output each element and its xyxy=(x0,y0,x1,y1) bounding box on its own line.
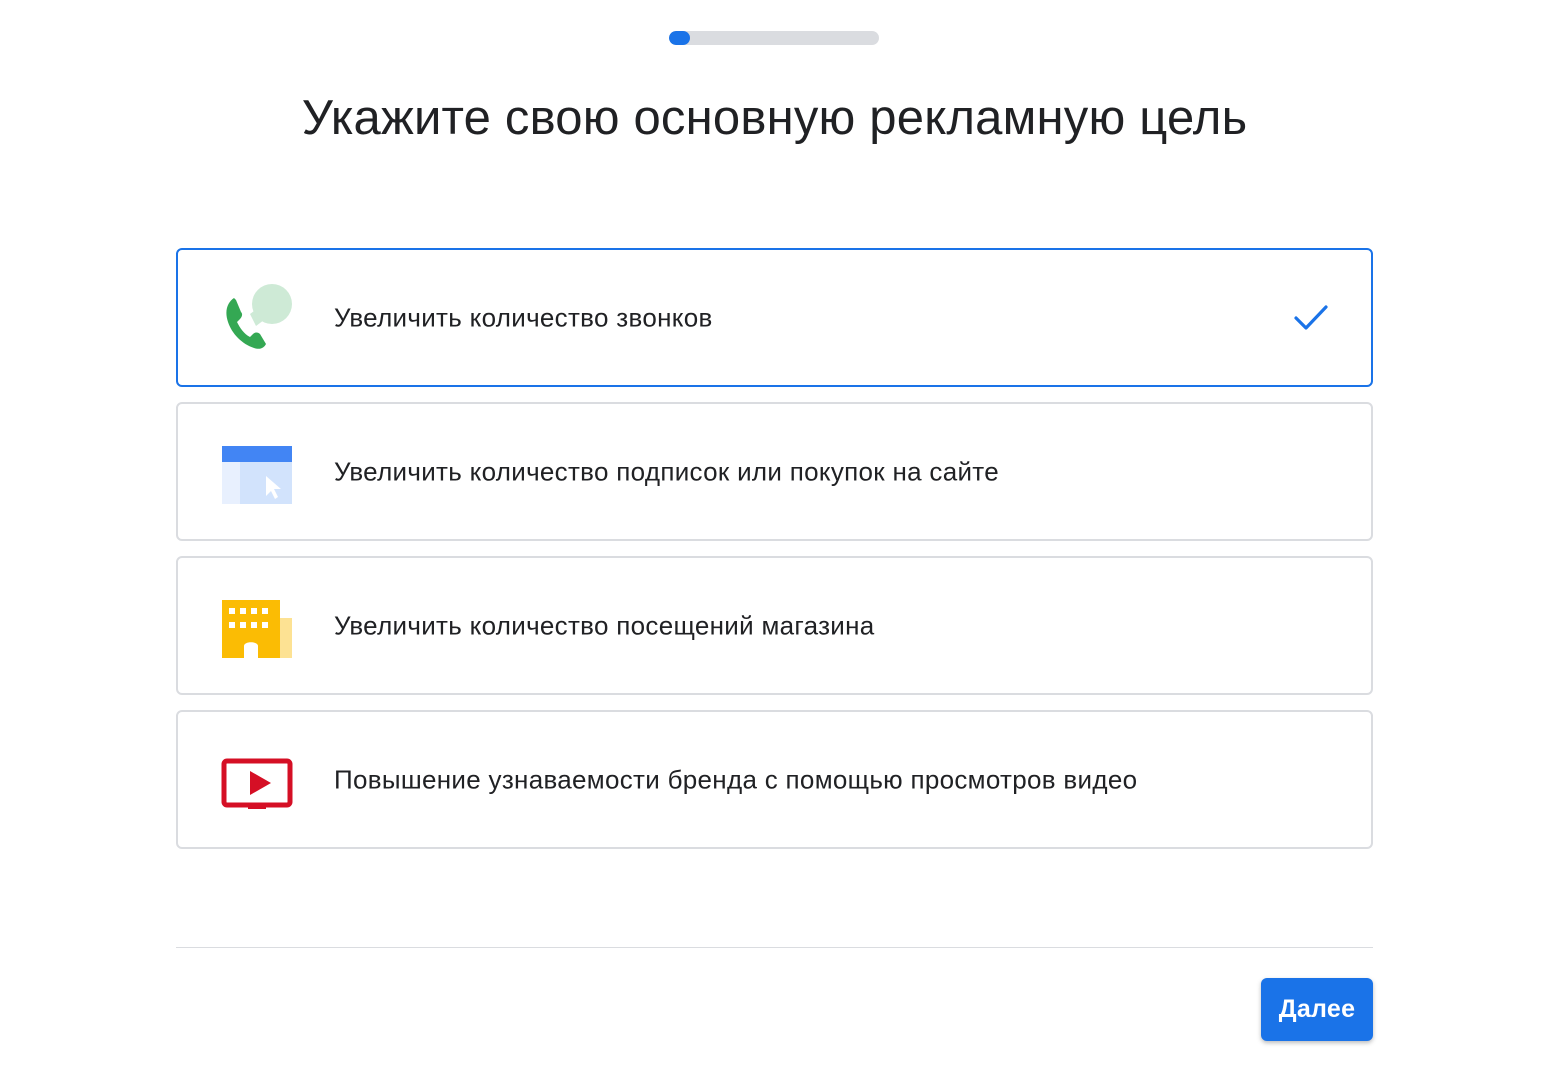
goal-option-label: Увеличить количество звонков xyxy=(334,302,713,332)
goal-option-website[interactable]: Увеличить количество подписок или покупо… xyxy=(176,402,1373,541)
goal-option-label: Повышение узнаваемости бренда с помощью … xyxy=(334,764,1138,794)
progress-bar xyxy=(669,31,879,45)
checkmark-icon xyxy=(1293,303,1329,333)
progress-bar-fill xyxy=(669,31,690,45)
goal-option-store-visits[interactable]: Увеличить количество посещений магазина xyxy=(176,556,1373,695)
goal-option-label: Увеличить количество посещений магазина xyxy=(334,610,875,640)
goal-selection-page: Укажите свою основную рекламную цель Уве… xyxy=(0,0,1549,1080)
goal-options-list: Увеличить количество звонков Увеличить к… xyxy=(176,248,1373,864)
store-icon xyxy=(220,590,294,662)
page-title: Укажите свою основную рекламную цель xyxy=(301,91,1248,145)
next-button[interactable]: Далее xyxy=(1261,978,1373,1041)
phone-call-icon xyxy=(220,282,294,354)
goal-option-label: Увеличить количество подписок или покупо… xyxy=(334,456,999,486)
goal-option-calls[interactable]: Увеличить количество звонков xyxy=(176,248,1373,387)
goal-option-video-awareness[interactable]: Повышение узнаваемости бренда с помощью … xyxy=(176,710,1373,849)
footer-divider xyxy=(176,947,1373,948)
website-click-icon xyxy=(220,436,294,508)
video-play-icon xyxy=(220,744,294,816)
